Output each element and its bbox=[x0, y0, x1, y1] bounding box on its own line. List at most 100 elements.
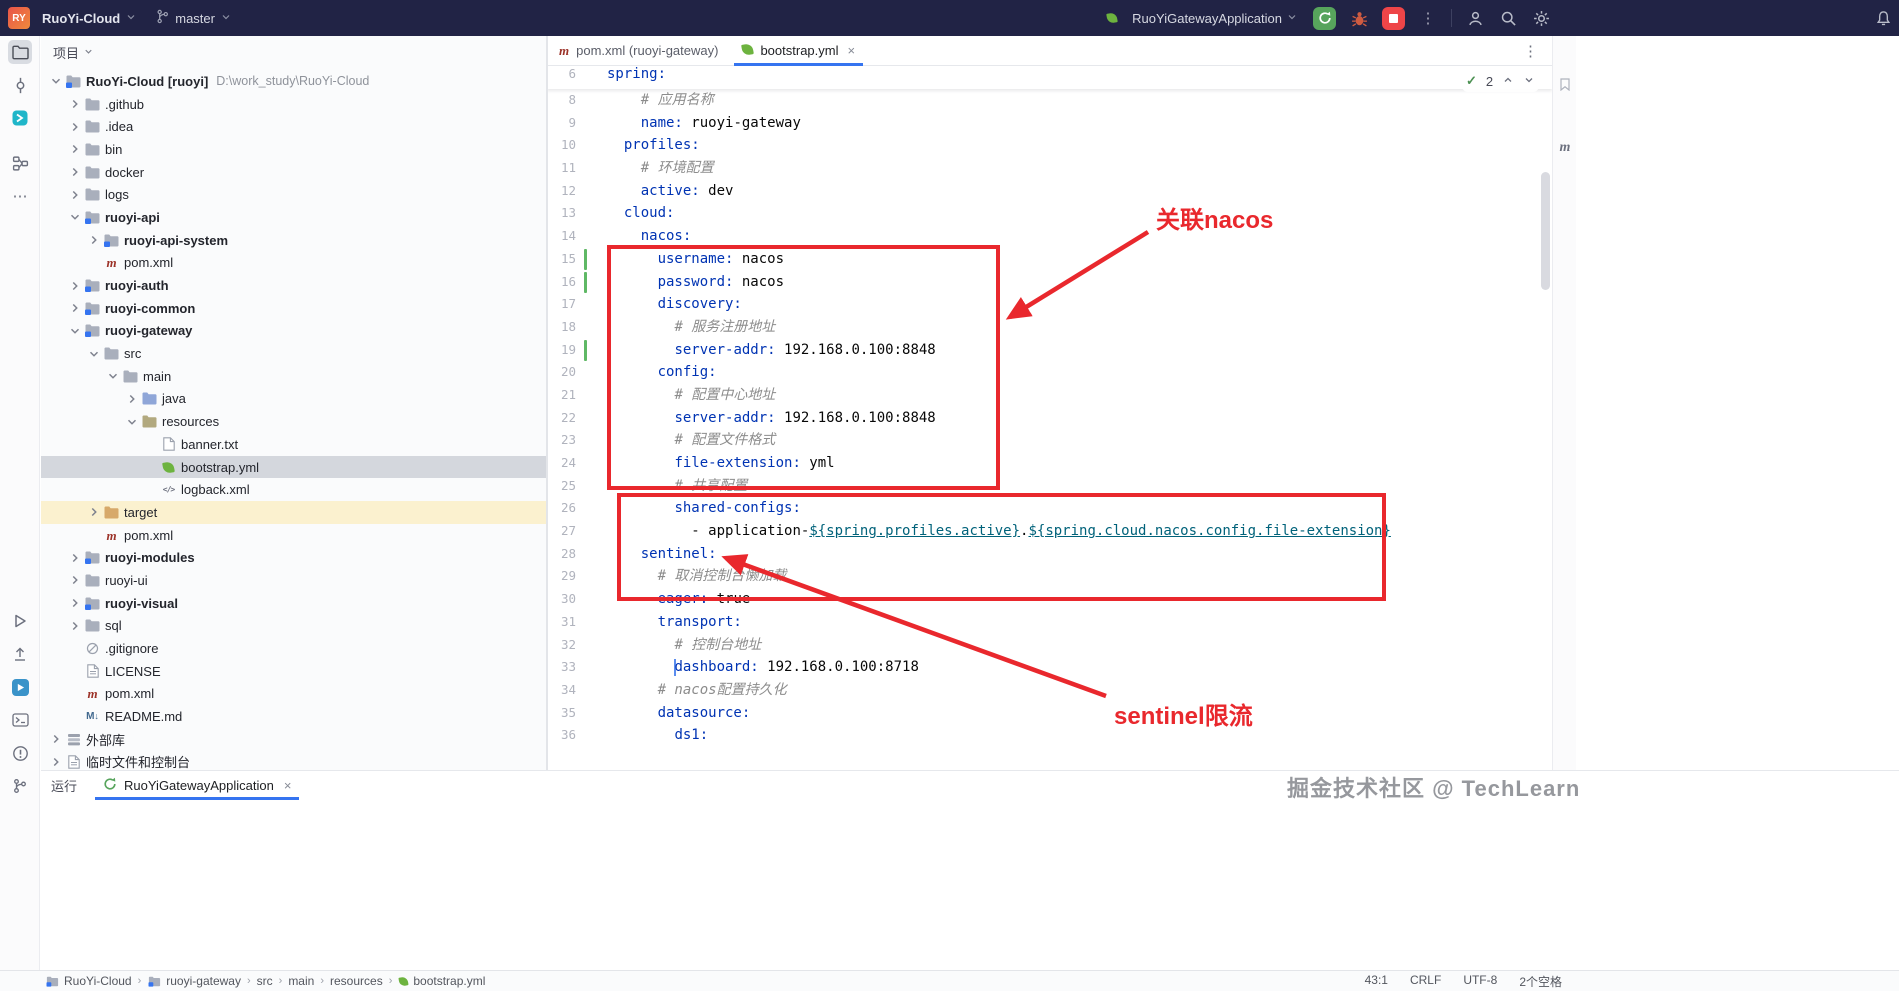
code-line[interactable]: 15 username: nacos bbox=[547, 248, 1552, 271]
more-actions-icon[interactable]: ⋮ bbox=[1418, 8, 1438, 28]
code-line[interactable]: 18 # 服务注册地址 bbox=[547, 316, 1552, 339]
chevron-collapsed-icon[interactable] bbox=[66, 595, 83, 611]
rerun-button[interactable] bbox=[1313, 6, 1336, 30]
code-line[interactable]: 10 profiles: bbox=[547, 134, 1552, 157]
code-line[interactable]: 28 sentinel: bbox=[547, 543, 1552, 566]
code-line[interactable]: 27 - application-${spring.profiles.active… bbox=[547, 520, 1552, 543]
tree-item[interactable]: target bbox=[41, 501, 546, 524]
line-number[interactable]: 32 bbox=[547, 634, 607, 657]
code-line[interactable]: 23 # 配置文件格式 bbox=[547, 429, 1552, 452]
line-number[interactable]: 19 bbox=[547, 339, 607, 362]
project-selector[interactable]: RuoYi-Cloud bbox=[36, 7, 143, 30]
line-number[interactable]: 18 bbox=[547, 316, 607, 339]
run-configuration-selector[interactable]: RuoYiGatewayApplication bbox=[1130, 9, 1300, 28]
breadcrumb-item[interactable]: main bbox=[288, 974, 314, 988]
line-number[interactable]: 11 bbox=[547, 157, 607, 180]
chevron-expanded-icon[interactable] bbox=[66, 323, 83, 339]
search-icon[interactable] bbox=[1498, 8, 1518, 28]
run-tab[interactable]: RuoYiGatewayApplication × bbox=[93, 771, 301, 800]
tree-item[interactable]: sql bbox=[41, 615, 546, 638]
code-editor[interactable]: 8 # 应用名称 9 name: ruoyi-gateway 10 profiles: 11… bbox=[547, 89, 1552, 770]
line-number[interactable]: 8 bbox=[547, 89, 607, 112]
branch-selector[interactable]: master bbox=[149, 5, 238, 31]
close-icon[interactable]: × bbox=[848, 43, 856, 58]
line-number[interactable]: 17 bbox=[547, 293, 607, 316]
stop-button[interactable] bbox=[1382, 6, 1405, 30]
line-number[interactable]: 24 bbox=[547, 452, 607, 475]
chevron-collapsed-icon[interactable] bbox=[47, 754, 64, 770]
chevron-collapsed-icon[interactable] bbox=[66, 618, 83, 634]
breadcrumb-item[interactable]: bootstrap.yml bbox=[398, 974, 485, 988]
tree-item[interactable]: ruoyi-gateway bbox=[41, 320, 546, 343]
chevron-collapsed-icon[interactable] bbox=[66, 572, 83, 588]
project-panel-header[interactable]: 项目 bbox=[41, 36, 546, 68]
chevron-collapsed-icon[interactable] bbox=[66, 278, 83, 294]
editor-tab[interactable]: m pom.xml (ruoyi-gateway) bbox=[547, 36, 730, 65]
panel-splitter[interactable] bbox=[546, 36, 548, 770]
chevron-collapsed-icon[interactable] bbox=[85, 504, 102, 520]
code-line[interactable]: 20 config: bbox=[547, 361, 1552, 384]
line-number[interactable]: 28 bbox=[547, 543, 607, 566]
prev-problem-icon[interactable] bbox=[1502, 74, 1514, 89]
debug-button[interactable] bbox=[1349, 8, 1369, 28]
tree-item[interactable]: .idea bbox=[41, 115, 546, 138]
code-line[interactable]: 32 # 控制台地址 bbox=[547, 634, 1552, 657]
chevron-expanded-icon[interactable] bbox=[123, 414, 140, 430]
breadcrumb-item[interactable]: ruoyi-gateway bbox=[147, 974, 241, 988]
line-number[interactable]: 10 bbox=[547, 134, 607, 157]
code-line[interactable]: 11 # 环境配置 bbox=[547, 157, 1552, 180]
services-tool-icon[interactable] bbox=[8, 675, 32, 699]
tab-options-icon[interactable]: ⋮ bbox=[1523, 42, 1538, 60]
more-tools-icon[interactable]: ⋯ bbox=[8, 184, 32, 208]
line-number[interactable]: 26 bbox=[547, 497, 607, 520]
next-problem-icon[interactable] bbox=[1523, 74, 1535, 89]
line-number[interactable]: 16 bbox=[547, 271, 607, 294]
tree-item[interactable]: ruoyi-common bbox=[41, 297, 546, 320]
tree-item[interactable]: ruoyi-api-system bbox=[41, 229, 546, 252]
version-control-tool-icon[interactable] bbox=[8, 774, 32, 798]
code-line[interactable]: 19 server-addr: 192.168.0.100:8848 bbox=[547, 339, 1552, 362]
chevron-collapsed-icon[interactable] bbox=[66, 96, 83, 112]
tree-item[interactable]: .gitignore bbox=[41, 637, 546, 660]
tree-item[interactable]: ruoyi-auth bbox=[41, 274, 546, 297]
breadcrumb-item[interactable]: src bbox=[257, 974, 273, 988]
code-line[interactable]: 9 name: ruoyi-gateway bbox=[547, 112, 1552, 135]
tree-item[interactable]: ruoyi-api bbox=[41, 206, 546, 229]
tree-item[interactable]: ruoyi-ui bbox=[41, 569, 546, 592]
push-tool-icon[interactable] bbox=[8, 642, 32, 666]
code-line[interactable]: 35 datasource: bbox=[547, 702, 1552, 725]
code-line[interactable]: 24 file-extension: yml bbox=[547, 452, 1552, 475]
tree-item[interactable]: 临时文件和控制台 bbox=[41, 751, 546, 770]
chevron-collapsed-icon[interactable] bbox=[85, 232, 102, 248]
code-line[interactable]: 31 transport: bbox=[547, 611, 1552, 634]
chevron-expanded-icon[interactable] bbox=[66, 209, 83, 225]
line-number[interactable]: 13 bbox=[547, 202, 607, 225]
line-number[interactable]: 6 bbox=[547, 66, 607, 89]
code-line[interactable]: 36 ds1: bbox=[547, 724, 1552, 747]
tree-item[interactable]: ruoyi-visual bbox=[41, 592, 546, 615]
tree-item[interactable]: m pom.xml bbox=[41, 524, 546, 547]
chevron-collapsed-icon[interactable] bbox=[66, 119, 83, 135]
tree-item[interactable]: .github bbox=[41, 93, 546, 116]
status-widget[interactable]: CRLF bbox=[1410, 973, 1441, 990]
tree-item[interactable]: LICENSE bbox=[41, 660, 546, 683]
bookmarks-tool-icon[interactable] bbox=[1559, 78, 1571, 92]
line-number[interactable]: 14 bbox=[547, 225, 607, 248]
code-line[interactable]: 17 discovery: bbox=[547, 293, 1552, 316]
code-line[interactable]: 33 dashboard: 192.168.0.100:8718 bbox=[547, 656, 1552, 679]
project-tool-icon[interactable] bbox=[8, 40, 32, 64]
line-number[interactable]: 33 bbox=[547, 656, 607, 679]
code-line[interactable]: 26 shared-configs: bbox=[547, 497, 1552, 520]
problems-tool-icon[interactable] bbox=[8, 741, 32, 765]
line-number[interactable]: 20 bbox=[547, 361, 607, 384]
run-tool-icon[interactable] bbox=[8, 609, 32, 633]
tree-item[interactable]: M↓ README.md bbox=[41, 705, 546, 728]
tree-item[interactable]: ruoyi-modules bbox=[41, 546, 546, 569]
tree-item[interactable]: </> logback.xml bbox=[41, 478, 546, 501]
breadcrumb-item[interactable]: RuoYi-Cloud bbox=[45, 974, 132, 988]
tree-item[interactable]: m pom.xml bbox=[41, 252, 546, 275]
run-console[interactable] bbox=[41, 800, 1899, 970]
code-line[interactable]: 14 nacos: bbox=[547, 225, 1552, 248]
line-number[interactable]: 12 bbox=[547, 180, 607, 203]
tree-item[interactable]: main bbox=[41, 365, 546, 388]
